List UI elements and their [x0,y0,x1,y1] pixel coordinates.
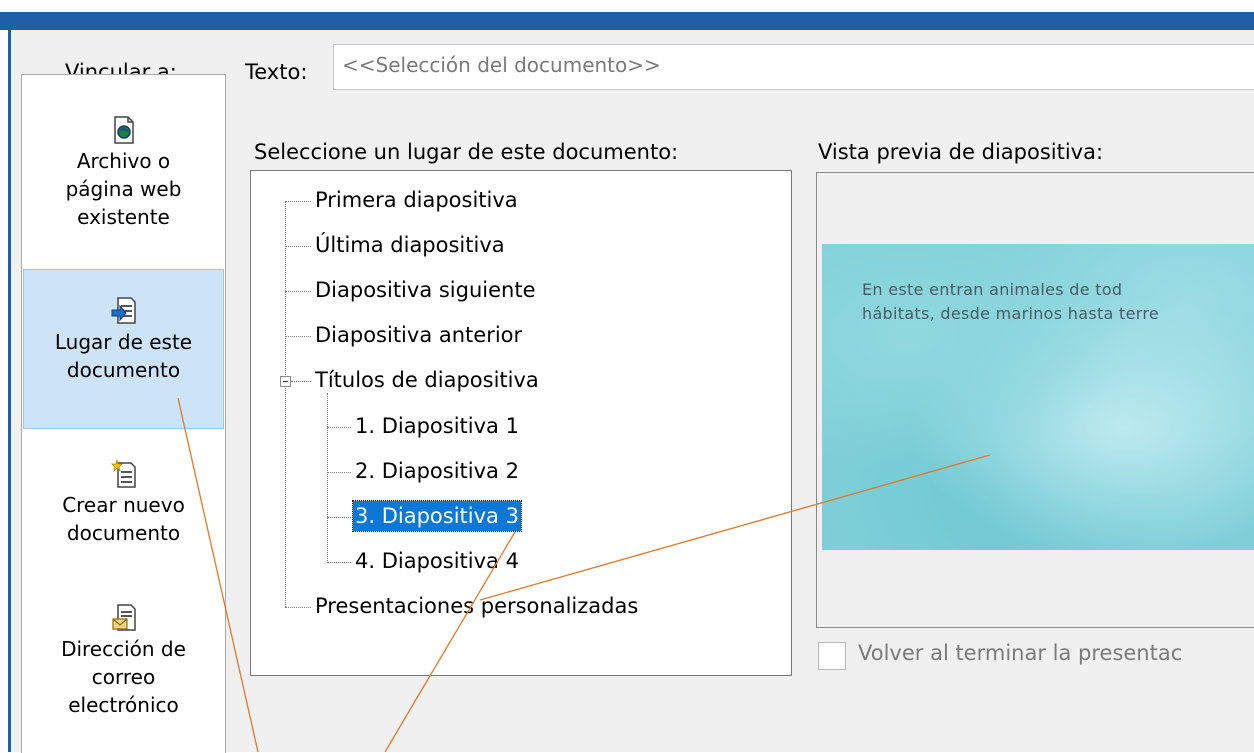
tree-connector [327,562,351,563]
document-places-tree[interactable]: Primera diapositiva Última diapositiva D… [250,170,792,676]
tree-item-slide-4[interactable]: 4. Diapositiva 4 [355,546,519,576]
return-after-show-label: Volver al terminar la presentac [858,641,1183,665]
tree-item-next-slide[interactable]: Diapositiva siguiente [315,275,536,305]
tree-connector [285,336,311,337]
slide-preview-text: En este entran animales de tod hábitats,… [862,280,1160,323]
return-after-show-checkbox[interactable] [818,642,846,670]
tree-connector [327,393,328,563]
tree-connector [285,201,311,202]
sidebar-item-label: Archivo o página web existente [65,149,182,229]
sidebar-item-existing-file[interactable]: Archivo o página web existente [23,115,224,265]
new-document-icon [110,459,138,489]
sidebar-item-label: Crear nuevo documento [62,493,185,545]
tree-connector [285,607,311,608]
tree-item-slide-2[interactable]: 2. Diapositiva 2 [355,456,519,486]
collapse-expander-icon[interactable] [280,376,291,387]
slide-preview-image: En este entran animales de tod hábitats,… [822,244,1254,550]
tree-connector [327,427,351,428]
tree-item-slide-3[interactable]: 3. Diapositiva 3 [352,500,522,532]
place-in-document-icon [110,296,138,326]
tree-connector [291,381,311,382]
tree-item-custom-shows[interactable]: Presentaciones personalizadas [315,591,638,621]
tree-item-first-slide[interactable]: Primera diapositiva [315,185,518,215]
tree-connector [327,472,351,473]
email-address-icon [110,603,138,633]
tree-connector [285,201,286,607]
tree-heading: Seleccione un lugar de este documento: [254,140,679,164]
tree-item-previous-slide[interactable]: Diapositiva anterior [315,320,522,350]
web-page-icon [110,115,138,145]
display-text-input[interactable]: <<Selección del documento>> [333,44,1254,90]
preview-heading: Vista previa de diapositiva: [818,140,1104,164]
tree-connector [285,291,311,292]
tree-item-slide-titles[interactable]: Títulos de diapositiva [315,365,539,395]
tree-connector [285,246,311,247]
sidebar-item-email-address[interactable]: Dirección de correo electrónico [23,603,224,753]
sidebar-item-place-in-document[interactable]: Lugar de este documento [23,269,224,429]
link-type-sidebar: Archivo o página web existente Lugar de … [21,74,226,753]
tree-item-last-slide[interactable]: Última diapositiva [315,230,505,260]
tree-connector [327,517,351,518]
tree-item-slide-1[interactable]: 1. Diapositiva 1 [355,411,519,441]
sidebar-item-label: Lugar de este documento [54,330,193,382]
title-bar-accent [0,12,1254,30]
sidebar-item-label: Dirección de correo electrónico [61,637,186,717]
sidebar-item-create-new-document[interactable]: Crear nuevo documento [23,459,224,589]
text-label: Texto: [245,60,308,84]
